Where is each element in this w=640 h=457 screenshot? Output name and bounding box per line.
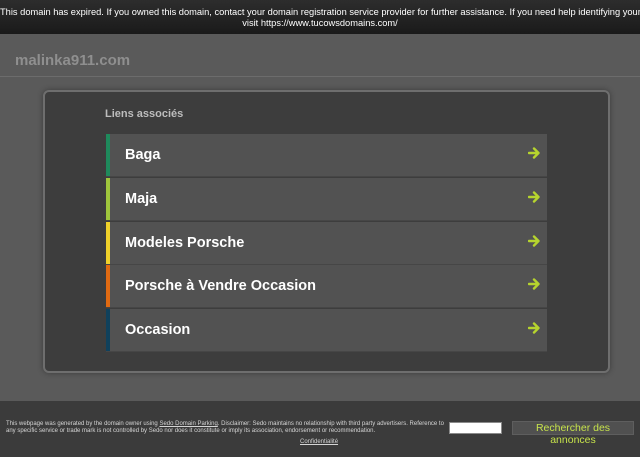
related-links-panel: Liens associés Baga Maja Modeles Porsche… <box>43 90 610 373</box>
related-link-label[interactable]: Porsche à Vendre Occasion <box>125 278 316 294</box>
arrow-right-icon[interactable] <box>528 234 541 248</box>
disclaimer-part-1: This webpage was generated by the domain… <box>6 421 160 427</box>
search-input[interactable] <box>449 422 502 434</box>
header: malinka911.com <box>0 34 640 77</box>
domain-title: malinka911.com <box>15 52 131 69</box>
related-link-label[interactable]: Occasion <box>125 322 190 338</box>
related-link-item[interactable]: Baga <box>106 134 547 177</box>
related-link-label[interactable]: Modeles Porsche <box>125 235 244 251</box>
link-accent-bar <box>106 221 110 264</box>
link-accent-bar <box>106 177 110 220</box>
related-link-item[interactable]: Occasion <box>106 309 547 352</box>
domain-expired-notice: This domain has expired. If you owned th… <box>0 0 640 34</box>
related-link-label[interactable]: Maja <box>125 191 157 207</box>
related-links-list: Baga Maja Modeles Porsche Porsche à Vend… <box>106 134 547 353</box>
arrow-right-icon[interactable] <box>528 190 541 204</box>
main-area: malinka911.com Liens associés Baga Maja … <box>0 34 640 401</box>
footer: This webpage was generated by the domain… <box>0 401 640 457</box>
arrow-right-icon[interactable] <box>528 321 541 335</box>
related-link-item[interactable]: Porsche à Vendre Occasion <box>106 265 547 309</box>
sedo-parking-link[interactable]: Sedo Domain Parking <box>159 421 217 427</box>
arrow-right-icon[interactable] <box>528 277 541 291</box>
related-link-label[interactable]: Baga <box>125 147 160 163</box>
link-accent-bar <box>106 134 110 176</box>
notice-line-1: This domain has expired. If you owned th… <box>0 7 640 17</box>
related-link-item[interactable]: Modeles Porsche <box>106 221 547 265</box>
link-accent-bar <box>106 309 110 351</box>
arrow-right-icon[interactable] <box>528 146 541 160</box>
related-link-item[interactable]: Maja <box>106 177 547 221</box>
related-links-heading: Liens associés <box>105 108 184 120</box>
search-ads-button[interactable]: Rechercher des annonces <box>512 421 634 446</box>
disclaimer-text: This webpage was generated by the domain… <box>6 421 451 435</box>
link-accent-bar <box>106 265 110 308</box>
notice-line-2: visit https://www.tucowsdomains.com/ <box>242 18 398 28</box>
privacy-link[interactable]: Confidentialité <box>300 439 338 445</box>
